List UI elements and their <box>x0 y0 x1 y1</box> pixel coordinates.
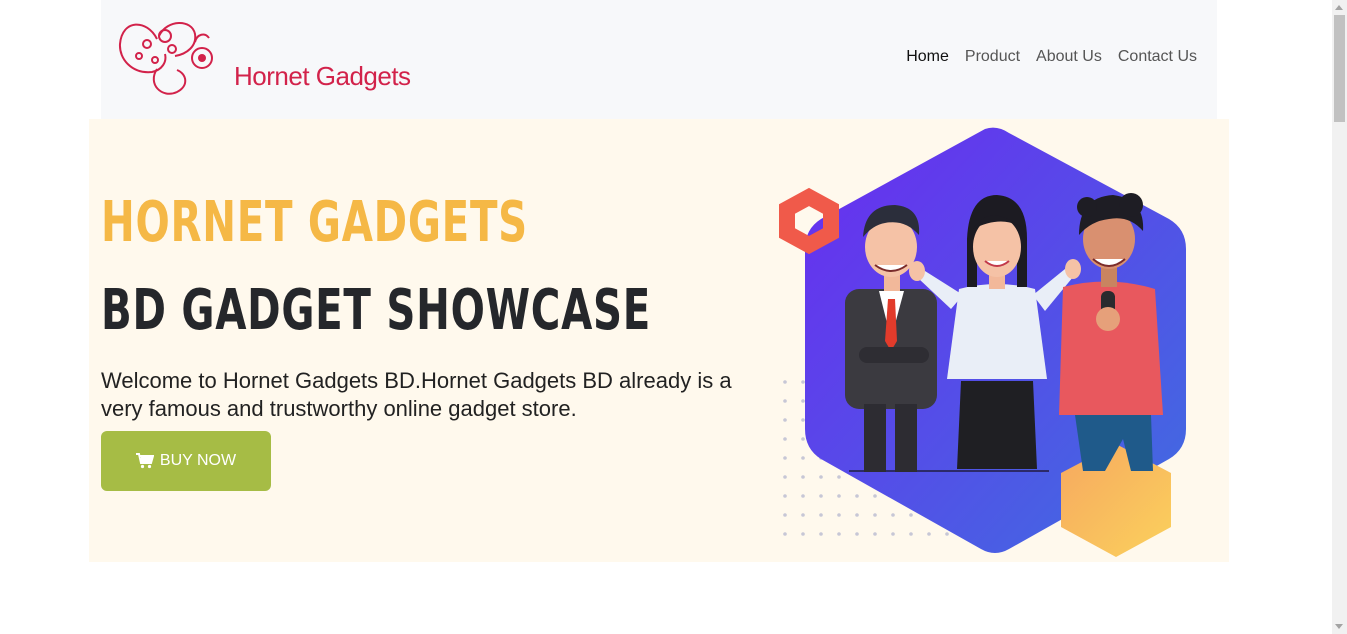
nav-contact-us[interactable]: Contact Us <box>1118 48 1197 66</box>
nav-home[interactable]: Home <box>906 48 949 66</box>
red-hexagon-icon <box>779 187 839 255</box>
navbar: Hornet Gadgets Home Product About Us Con… <box>101 0 1217 119</box>
scroll-down-icon[interactable] <box>1335 624 1343 629</box>
brand-name: Hornet Gadgets <box>234 61 411 91</box>
scroll-up-icon[interactable] <box>1335 5 1343 10</box>
nav-about-us[interactable]: About Us <box>1036 48 1102 66</box>
team-illustration <box>779 127 1186 557</box>
hero-banner: HORNET GADGETS BD GADGET SHOWCASE Welcom… <box>89 119 1229 562</box>
scroll-thumb[interactable] <box>1334 15 1345 122</box>
brand-logo[interactable]: Hornet Gadgets <box>117 14 417 104</box>
main-nav: Home Product About Us Contact Us <box>906 48 1197 66</box>
butterfly-logo-icon <box>118 22 213 95</box>
vertical-scrollbar[interactable] <box>1332 0 1347 634</box>
nav-product[interactable]: Product <box>965 48 1020 66</box>
